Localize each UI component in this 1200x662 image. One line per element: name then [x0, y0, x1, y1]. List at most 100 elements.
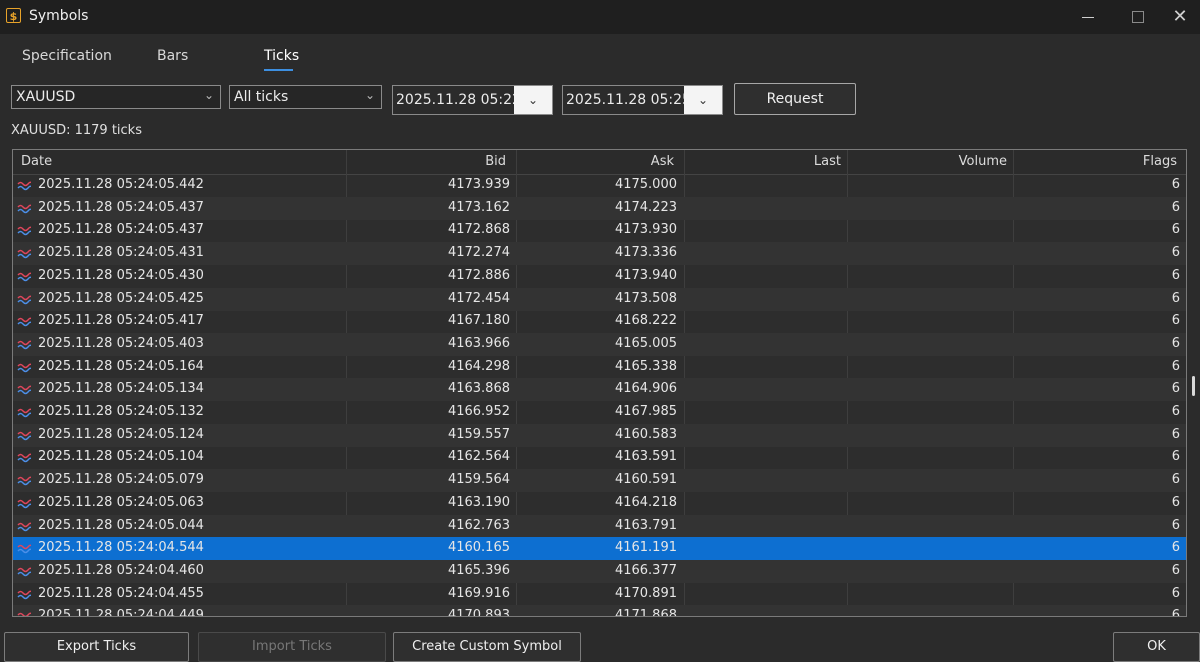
request-button[interactable]: Request: [734, 83, 856, 115]
table-row[interactable]: 2025.11.28 05:24:05.134 4163.868 4164.906 6: [13, 378, 1186, 402]
cell-bid: 4160.165: [447, 540, 510, 556]
active-tab-indicator: [264, 69, 293, 71]
tick-type-icon: [17, 590, 31, 599]
cell-ask: 4164.218: [614, 494, 677, 510]
minimize-button[interactable]: [1065, 0, 1111, 34]
cell-flags: 6: [1171, 358, 1180, 374]
table-row-selected[interactable]: 2025.11.28 05:24:04.544 4160.165 4161.191 6: [13, 537, 1186, 561]
table-row[interactable]: 2025.11.28 05:24:05.430 4172.886 4173.940 6: [13, 265, 1186, 288]
cell-date: 2025.11.28 05:24:05.437: [38, 222, 204, 238]
table-row[interactable]: 2025.11.28 05:24:05.104 4162.564 4163.591 6: [13, 446, 1186, 469]
vertical-scrollbar-thumb[interactable]: [1192, 376, 1195, 396]
cell-bid: 4173.162: [447, 199, 510, 215]
cell-date: 2025.11.28 05:24:05.417: [38, 313, 204, 329]
tick-type-icon: [17, 385, 31, 395]
cell-ask: 4160.591: [614, 472, 677, 488]
column-header-ask[interactable]: Ask: [583, 154, 674, 169]
app-icon: $: [6, 8, 21, 23]
column-header-volume[interactable]: Volume: [913, 154, 1007, 169]
tick-type-icon: [17, 544, 31, 554]
cell-date: 2025.11.28 05:24:05.124: [38, 426, 204, 442]
cell-ask: 4163.791: [614, 517, 677, 533]
close-button[interactable]: ✕: [1157, 0, 1200, 34]
ticks-table[interactable]: Date Bid Ask Last Volume Flags 2025.11.2…: [12, 149, 1187, 617]
cell-date: 2025.11.28 05:24:04.455: [38, 585, 204, 601]
table-row[interactable]: 2025.11.28 05:24:05.425 4172.454 4173.508 6: [13, 287, 1186, 311]
table-row[interactable]: 2025.11.28 05:24:05.431 4172.274 4173.336 6: [13, 242, 1186, 266]
tick-type-icon: [17, 295, 31, 304]
import-ticks-button[interactable]: Import Ticks: [198, 632, 386, 662]
cell-bid: 4172.886: [447, 267, 510, 283]
column-header-bid[interactable]: Bid: [413, 154, 506, 169]
cell-bid: 4162.763: [447, 517, 510, 533]
table-row[interactable]: 2025.11.28 05:24:05.124 4159.557 4160.583 6: [13, 423, 1186, 447]
table-row[interactable]: 2025.11.28 05:24:05.132 4166.952 4167.985 6: [13, 401, 1186, 424]
table-row[interactable]: 2025.11.28 05:24:05.079 4159.564 4160.591 6: [13, 469, 1186, 493]
cell-bid: 4163.190: [447, 494, 510, 510]
cell-date: 2025.11.28 05:24:05.104: [38, 449, 204, 465]
tick-type-select[interactable]: All ticks ⌄: [229, 85, 382, 109]
cell-bid: 4173.939: [447, 177, 510, 192]
to-date-value: 2025.11.28 05:25:00: [566, 92, 686, 108]
column-header-last[interactable]: Last: [753, 154, 841, 169]
calendar-dropdown-icon[interactable]: ⌄: [514, 86, 552, 114]
cell-bid: 4165.396: [447, 562, 510, 578]
tick-type-icon: [17, 476, 31, 486]
cell-bid: 4172.868: [447, 222, 510, 238]
tick-type-icon: [17, 204, 31, 213]
tick-type-icon: [17, 340, 31, 350]
cell-ask: 4175.000: [614, 177, 677, 192]
table-row[interactable]: 2025.11.28 05:24:04.460 4165.396 4166.377 6: [13, 559, 1186, 583]
maximize-button[interactable]: [1114, 0, 1160, 34]
tick-type-icon: [17, 317, 31, 327]
cell-flags: 6: [1171, 449, 1180, 465]
cell-ask: 4173.930: [614, 222, 677, 238]
symbol-select[interactable]: XAUUSD ⌄: [11, 85, 221, 109]
cell-date: 2025.11.28 05:24:05.403: [38, 335, 204, 351]
chevron-down-icon: ⌄: [203, 88, 214, 102]
cell-bid: 4162.564: [447, 449, 510, 465]
table-row[interactable]: 2025.11.28 05:24:05.442 4173.939 4175.000 6: [13, 174, 1186, 197]
tab-bars[interactable]: Bars: [157, 48, 188, 64]
create-custom-symbol-button[interactable]: Create Custom Symbol: [393, 632, 581, 662]
cell-date: 2025.11.28 05:24:04.544: [38, 540, 204, 556]
cell-flags: 6: [1171, 381, 1180, 397]
table-row[interactable]: 2025.11.28 05:24:04.449 4170.893 4171.868 6: [13, 605, 1186, 617]
table-row[interactable]: 2025.11.28 05:24:05.044 4162.763 4163.791 6: [13, 514, 1186, 538]
cell-date: 2025.11.28 05:24:05.044: [38, 517, 204, 533]
cell-flags: 6: [1171, 608, 1180, 617]
cell-ask: 4164.906: [614, 381, 677, 397]
ok-button[interactable]: OK: [1113, 632, 1200, 662]
cell-bid: 4163.868: [447, 381, 510, 397]
tick-type-icon: [17, 363, 31, 372]
cell-bid: 4164.298: [447, 358, 510, 374]
column-header-date[interactable]: Date: [21, 154, 52, 169]
cell-date: 2025.11.28 05:24:05.132: [38, 404, 204, 419]
table-row[interactable]: 2025.11.28 05:24:05.437 4172.868 4173.930 6: [13, 219, 1186, 242]
cell-date: 2025.11.28 05:24:05.442: [38, 177, 204, 192]
table-row[interactable]: 2025.11.28 05:24:05.417 4167.180 4168.222 6: [13, 310, 1186, 333]
calendar-dropdown-icon[interactable]: ⌄: [684, 86, 722, 114]
to-date-picker[interactable]: 2025.11.28 05:25:00 ⌄: [562, 85, 723, 115]
cell-flags: 6: [1171, 177, 1180, 192]
table-row[interactable]: 2025.11.28 05:24:04.455 4169.916 4170.891 6: [13, 583, 1186, 606]
tab-specification[interactable]: Specification: [22, 48, 112, 64]
export-ticks-button[interactable]: Export Ticks: [4, 632, 189, 662]
tab-ticks[interactable]: Ticks: [264, 48, 299, 64]
window-title: Symbols: [29, 8, 89, 24]
from-date-picker[interactable]: 2025.11.28 05:22:00 ⌄: [392, 85, 553, 115]
cell-flags: 6: [1171, 517, 1180, 533]
tick-type-icon: [17, 226, 31, 236]
cell-flags: 6: [1171, 494, 1180, 510]
table-row[interactable]: 2025.11.28 05:24:05.164 4164.298 4165.338 6: [13, 356, 1186, 379]
table-header: Date Bid Ask Last Volume Flags: [13, 150, 1186, 175]
table-row[interactable]: 2025.11.28 05:24:05.063 4163.190 4164.218 6: [13, 492, 1186, 515]
cell-bid: 4163.966: [447, 335, 510, 351]
cell-flags: 6: [1171, 313, 1180, 329]
cell-date: 2025.11.28 05:24:05.430: [38, 267, 204, 283]
cell-flags: 6: [1171, 199, 1180, 215]
column-header-flags[interactable]: Flags: [1093, 154, 1177, 169]
table-row[interactable]: 2025.11.28 05:24:05.437 4173.162 4174.223 6: [13, 196, 1186, 220]
table-row[interactable]: 2025.11.28 05:24:05.403 4163.966 4165.005 6: [13, 332, 1186, 356]
cell-ask: 4166.377: [614, 562, 677, 578]
